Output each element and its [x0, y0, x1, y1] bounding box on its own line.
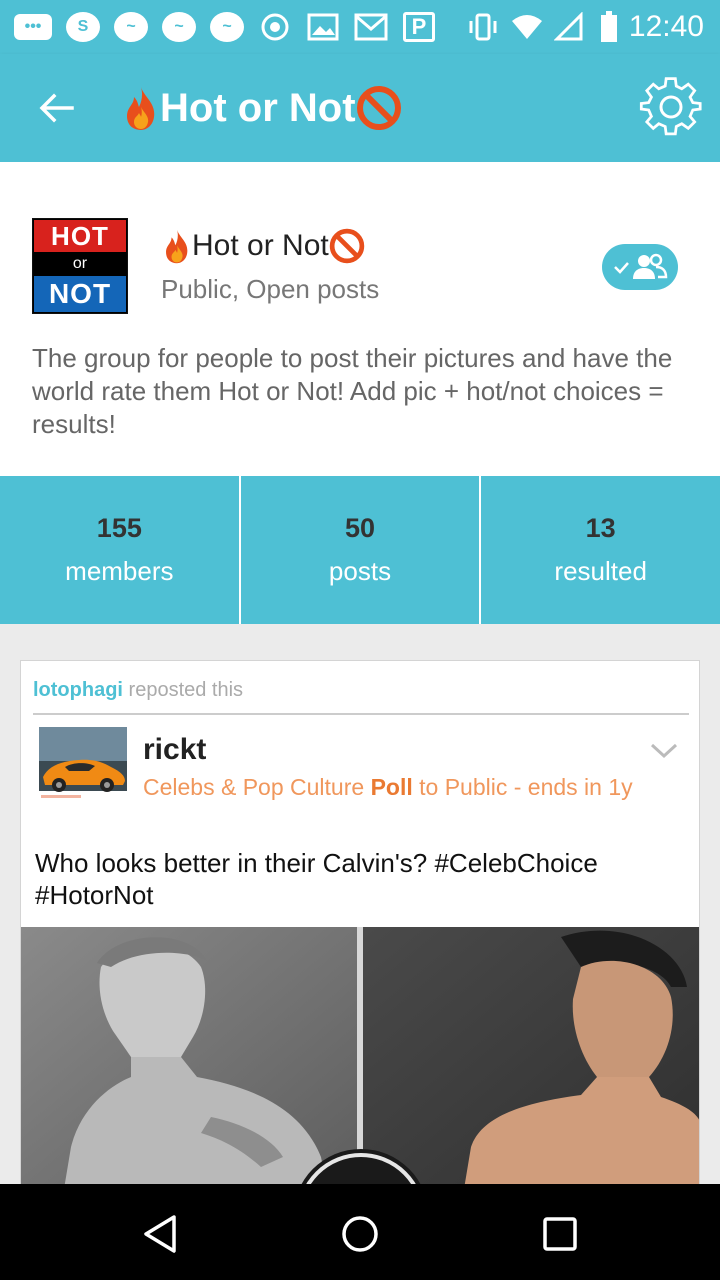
gallery-icon — [304, 8, 342, 46]
group-logo: HOT or NOT — [32, 218, 128, 314]
settings-app-icon — [256, 8, 294, 46]
app-bar: Hot or Not — [0, 54, 720, 162]
app-title-text: Hot or Not — [160, 85, 356, 130]
stat-count: 50 — [344, 513, 376, 543]
group-header: HOT or NOT Hot or Not Public, Open posts… — [0, 162, 720, 476]
page-title: Hot or Not — [122, 82, 402, 134]
stat-label: resulted — [554, 556, 647, 586]
arrow-left-icon — [39, 93, 74, 123]
joined-members-button[interactable] — [602, 244, 678, 290]
logo-not-text: NOT — [34, 276, 126, 312]
gmail-icon — [352, 8, 390, 46]
messenger-icon: ~ — [208, 8, 246, 46]
chevron-down-icon — [650, 743, 678, 759]
post-text: Who looks better in their Calvin's? #Cel… — [35, 848, 598, 910]
square-recents-icon — [543, 1217, 577, 1251]
poll-category[interactable]: Celebs & Pop Culture — [143, 774, 364, 800]
stat-posts[interactable]: 50 posts — [238, 476, 480, 624]
clock: 12:40 — [628, 10, 704, 43]
nav-home-button[interactable] — [332, 1206, 388, 1262]
nav-recents-button[interactable] — [532, 1206, 588, 1262]
repost-text: reposted this — [128, 679, 244, 701]
sports-car-image — [39, 727, 127, 807]
logo-or-text: or — [34, 253, 126, 275]
divider — [33, 713, 689, 715]
reposter-name[interactable]: lotophagi — [33, 679, 123, 701]
prohibited-icon — [329, 228, 364, 264]
group-stats: 155 members 50 posts 13 resulted — [0, 476, 720, 624]
nav-back-button[interactable] — [132, 1206, 188, 1262]
back-button[interactable] — [28, 82, 84, 134]
stat-label: posts — [328, 556, 392, 586]
messenger-icon: ~ — [160, 8, 198, 46]
system-nav-bar — [0, 1184, 720, 1280]
messenger-icon: ~ — [112, 8, 150, 46]
logo-hot-text: HOT — [34, 220, 126, 252]
stat-count: 155 — [96, 513, 142, 543]
signal-icon — [550, 8, 588, 46]
more-icon: ••• — [14, 8, 52, 46]
settings-button[interactable] — [636, 72, 706, 142]
triangle-back-icon — [144, 1215, 176, 1253]
poll-audience: to Public - ends in 1y — [419, 774, 633, 800]
stat-label: members — [65, 556, 174, 586]
poll-type: Poll — [370, 774, 413, 800]
skype-icon: S — [64, 8, 102, 46]
repost-line: lotophagi reposted this — [33, 679, 243, 702]
prohibited-icon — [356, 86, 401, 130]
wifi-icon — [508, 8, 546, 46]
poll-photo — [21, 927, 699, 1199]
fire-icon — [166, 229, 188, 264]
post-author[interactable]: rickt — [143, 733, 206, 767]
vibrate-icon — [464, 8, 502, 46]
group-meta: Public, Open posts — [161, 274, 380, 304]
post-menu-button[interactable] — [649, 741, 679, 761]
poll-image[interactable] — [21, 927, 699, 1199]
gear-icon — [639, 77, 702, 136]
poll-meta: Celebs & Pop Culture Poll to Public - en… — [143, 773, 633, 801]
group-name-text: Hot or Not — [192, 229, 329, 262]
group-name: Hot or Not — [162, 228, 365, 264]
stat-members[interactable]: 155 members — [0, 476, 239, 624]
battery-icon — [590, 8, 628, 46]
group-description: The group for people to post their pictu… — [32, 343, 673, 439]
circle-home-icon — [342, 1216, 378, 1252]
post-card[interactable]: lotophagi reposted this rickt Celebs & P… — [20, 660, 700, 1200]
fire-icon — [127, 87, 155, 130]
avatar[interactable] — [39, 727, 127, 807]
status-bar: ••• S ~ ~ ~ P 12:40 — [0, 0, 720, 54]
stat-resulted[interactable]: 13 resulted — [479, 476, 720, 624]
stat-count: 13 — [585, 513, 616, 543]
joined-group-icon — [614, 253, 668, 279]
pandora-icon: P — [400, 8, 438, 46]
